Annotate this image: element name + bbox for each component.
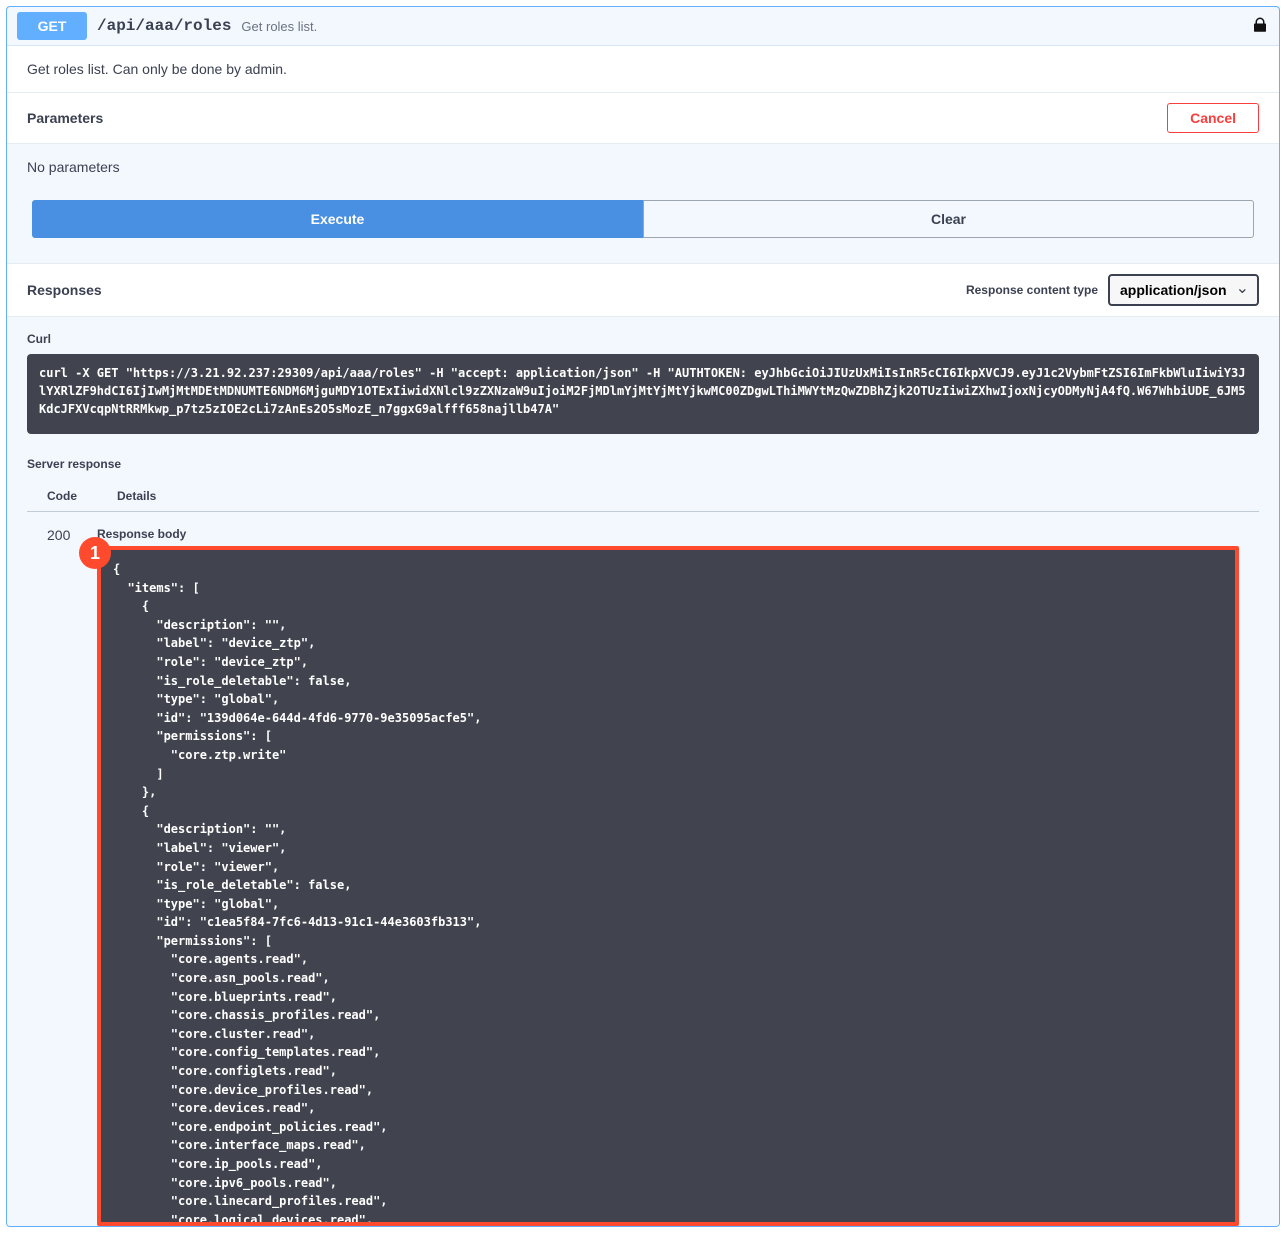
response-row: 200 1 Response body { "items": [ { "desc…: [7, 512, 1279, 1226]
endpoint-description: Get roles list. Can only be done by admi…: [7, 46, 1279, 93]
parameters-title: Parameters: [27, 110, 103, 126]
curl-label: Curl: [7, 317, 1279, 354]
parameters-header: Parameters Cancel: [7, 93, 1279, 144]
cancel-button[interactable]: Cancel: [1167, 103, 1259, 133]
response-table-header: Code Details: [27, 479, 1259, 512]
clear-button[interactable]: Clear: [643, 200, 1254, 238]
server-response-label: Server response: [7, 449, 1279, 479]
method-badge: GET: [17, 12, 87, 40]
curl-command[interactable]: curl -X GET "https://3.21.92.237:29309/a…: [27, 354, 1259, 434]
callout-marker: 1: [79, 537, 111, 569]
endpoint-summary: Get roles list.: [241, 19, 317, 34]
response-body-content[interactable]: { "items": [ { "description": "", "label…: [97, 546, 1239, 1226]
details-column-header: Details: [117, 489, 1239, 503]
execute-button[interactable]: Execute: [32, 200, 643, 238]
opblock-summary[interactable]: GET /api/aaa/roles Get roles list.: [7, 7, 1279, 46]
responses-header: Responses Response content type applicat…: [7, 263, 1279, 317]
lock-icon[interactable]: [1251, 16, 1269, 37]
response-body-label: Response body: [97, 527, 1239, 541]
endpoint-path: /api/aaa/roles: [97, 17, 231, 35]
content-type-label: Response content type: [966, 283, 1098, 297]
responses-title: Responses: [27, 282, 102, 298]
code-column-header: Code: [47, 489, 117, 503]
opblock-get-roles: GET /api/aaa/roles Get roles list. Get r…: [6, 6, 1280, 1227]
content-type-select[interactable]: application/json: [1108, 274, 1259, 306]
response-status-code: 200: [27, 527, 97, 1226]
no-parameters-text: No parameters: [7, 144, 1279, 200]
